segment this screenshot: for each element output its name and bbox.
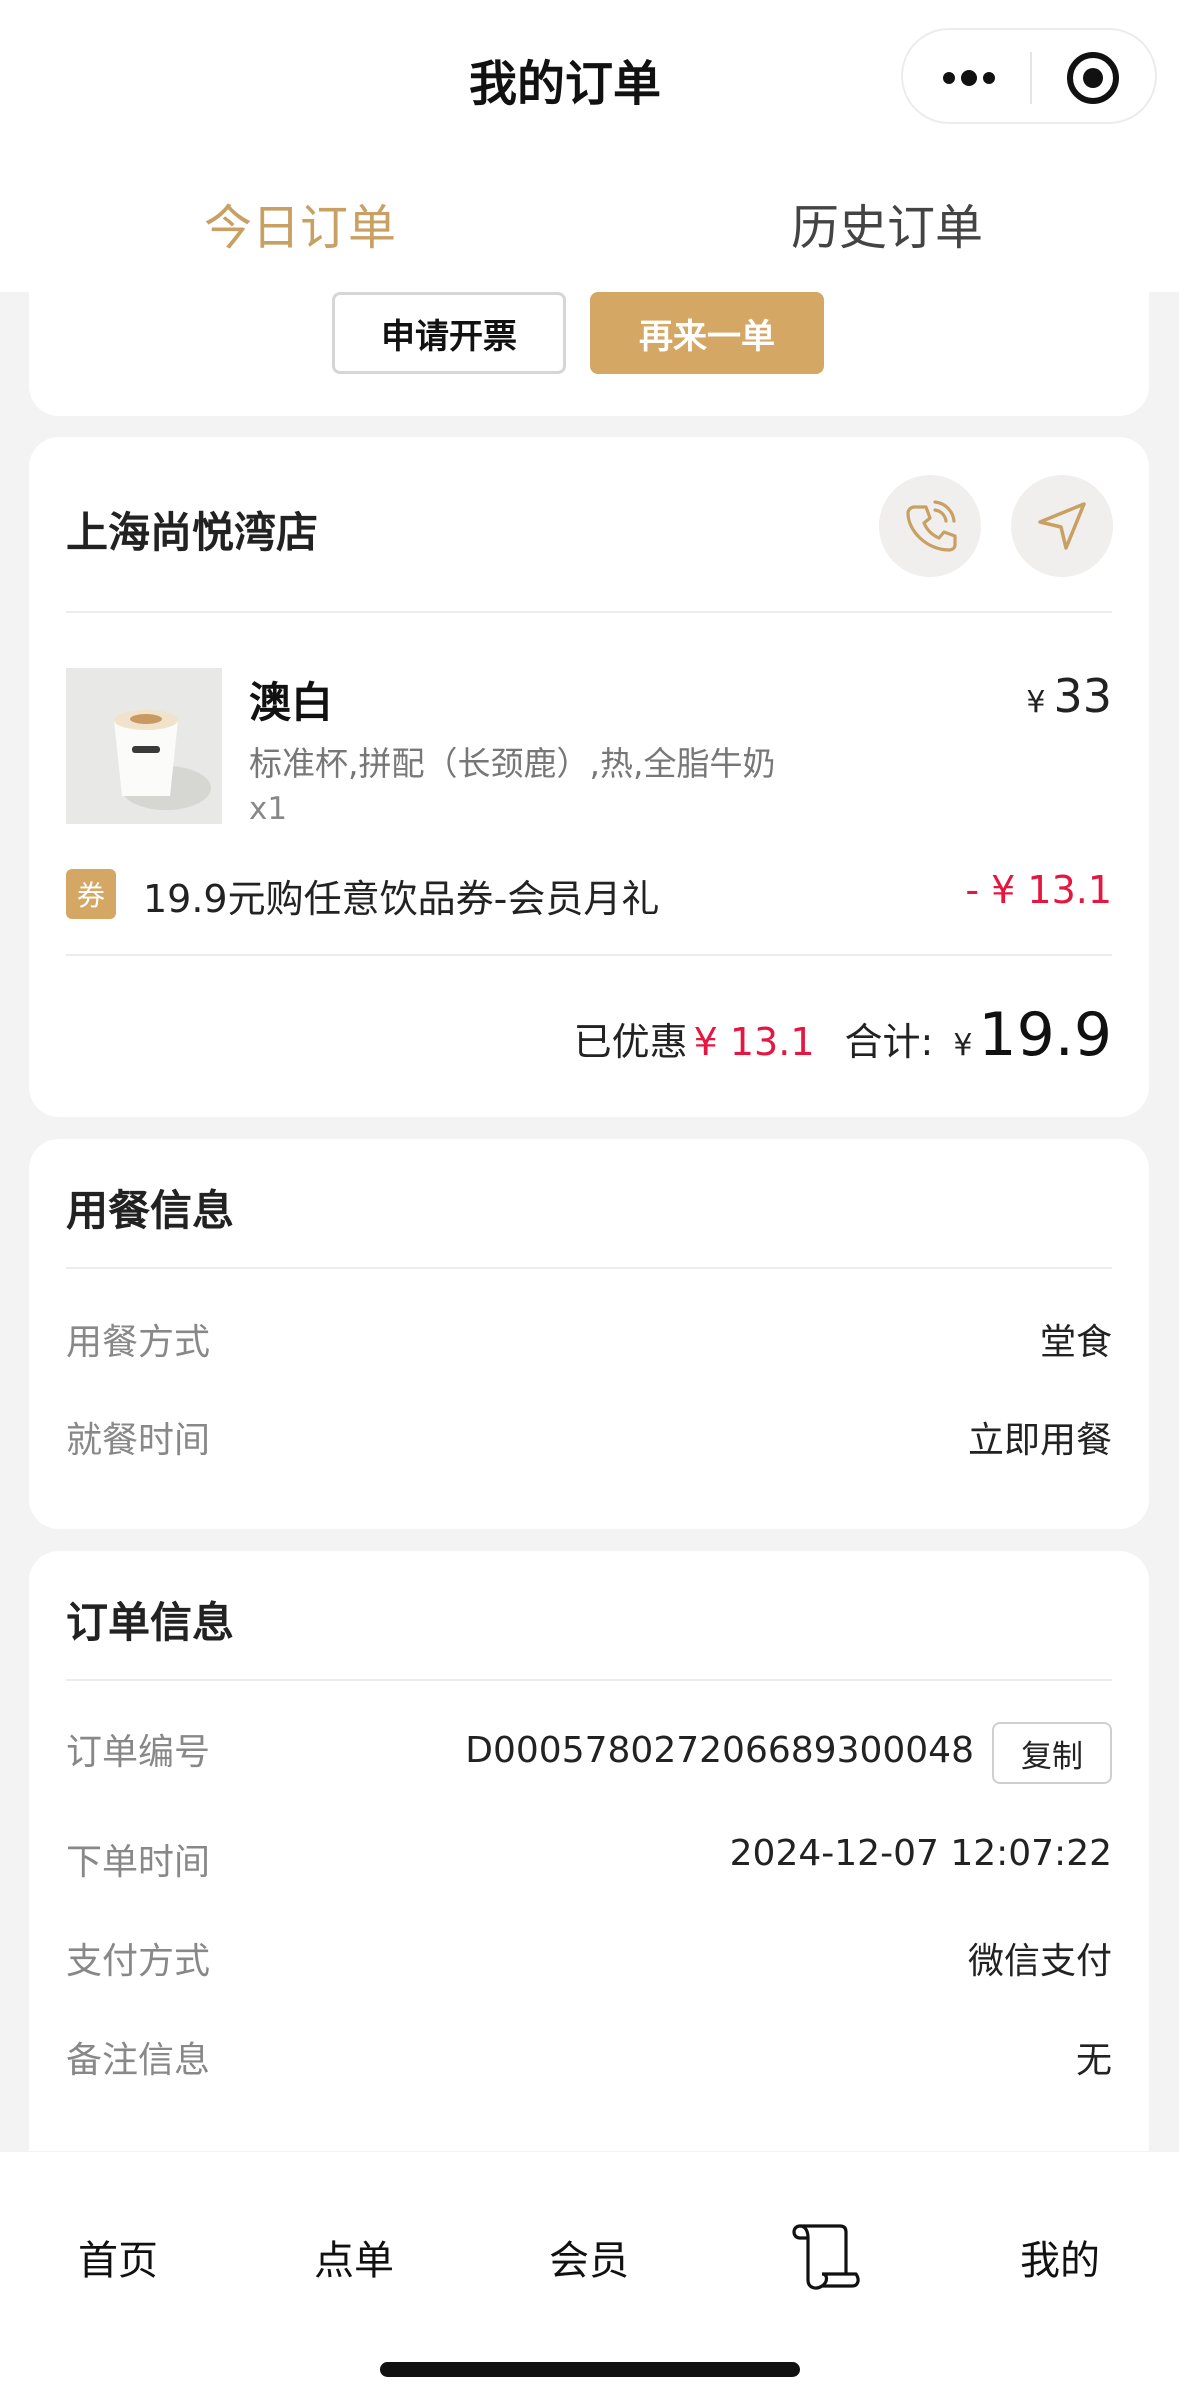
store-name: 上海尚悦湾店 xyxy=(66,508,319,557)
dining-mode-label: 用餐方式 xyxy=(66,1322,211,1363)
tab-history-orders[interactable]: 历史订单 xyxy=(791,188,983,258)
coupon-badge: 券 xyxy=(66,869,116,919)
remark-label: 备注信息 xyxy=(66,2040,211,2081)
store-order-card: 上海尚悦湾店 澳白 标准杯,拼配（长颈鹿）,热,全脂牛奶 x1 ¥33 券 19… xyxy=(29,437,1149,1117)
order-info-card: 订单信息 订单编号 D000578027206689300048 复制 下单时间… xyxy=(29,1551,1149,2151)
discount-value: ¥ 13.1 xyxy=(693,1020,815,1064)
phone-icon[interactable] xyxy=(879,475,981,577)
currency-symbol: ¥ xyxy=(1026,685,1046,720)
order-time-label: 下单时间 xyxy=(66,1842,211,1883)
tabbar-member[interactable]: 会员 xyxy=(549,2228,629,2286)
tabbar-mine[interactable]: 我的 xyxy=(1020,2228,1100,2286)
nav-bar: 我的订单 xyxy=(0,0,1179,156)
order-time-value: 2024-12-07 12:07:22 xyxy=(729,1833,1112,1874)
dining-info-card: 用餐信息 用餐方式 堂食 就餐时间 立即用餐 xyxy=(29,1139,1149,1529)
target-icon[interactable] xyxy=(1065,50,1121,106)
dining-time-value: 立即用餐 xyxy=(967,1420,1112,1461)
payment-method-value: 微信支付 xyxy=(967,1941,1112,1982)
mini-program-capsule xyxy=(901,28,1157,124)
total-value: 19.9 xyxy=(978,1000,1112,1070)
order-number-value: D000578027206689300048 xyxy=(465,1730,974,1771)
tabbar-order[interactable]: 点单 xyxy=(314,2228,394,2286)
total-label: 合计: xyxy=(844,1020,934,1064)
remark-value: 无 xyxy=(1075,2040,1112,2081)
navigate-icon[interactable] xyxy=(1011,475,1113,577)
product-quantity: x1 xyxy=(249,791,288,827)
scroll-icon[interactable] xyxy=(786,2216,866,2296)
product-name: 澳白 xyxy=(249,678,334,727)
divider xyxy=(66,954,1112,956)
product-image xyxy=(66,668,222,824)
order-totals: 已优惠 ¥ 13.1 合计: ¥ 19.9 xyxy=(574,1000,1112,1070)
more-dots-icon[interactable] xyxy=(939,52,999,104)
dining-info-title: 用餐信息 xyxy=(66,1186,235,1235)
coupon-name: 19.9元购任意饮品券-会员月礼 xyxy=(143,877,660,921)
order-actions-card: 申请开票 再来一单 xyxy=(29,250,1149,416)
dining-mode-value: 堂食 xyxy=(1039,1322,1112,1363)
tab-today-orders[interactable]: 今日订单 xyxy=(204,188,396,258)
currency-symbol: ¥ xyxy=(953,1028,973,1063)
coupon-amount: - ¥ 13.1 xyxy=(965,868,1112,912)
discount-label: 已优惠 xyxy=(573,1020,688,1064)
divider xyxy=(66,1679,1112,1681)
price-value: 33 xyxy=(1053,669,1112,723)
apply-invoice-button[interactable]: 申请开票 xyxy=(332,292,566,374)
divider xyxy=(66,611,1112,613)
reorder-button[interactable]: 再来一单 xyxy=(590,292,824,374)
dining-time-label: 就餐时间 xyxy=(66,1420,211,1461)
tabbar-home[interactable]: 首页 xyxy=(78,2228,158,2286)
order-number-label: 订单编号 xyxy=(66,1732,211,1773)
bottom-tab-bar: 首页 点单 会员 我的 xyxy=(0,2152,1179,2405)
payment-method-label: 支付方式 xyxy=(66,1941,211,1982)
copy-button[interactable]: 复制 xyxy=(992,1722,1112,1784)
home-indicator xyxy=(380,2362,800,2377)
divider xyxy=(66,1267,1112,1269)
product-spec: 标准杯,拼配（长颈鹿）,热,全脂牛奶 xyxy=(249,744,776,783)
product-price: ¥33 xyxy=(1026,669,1112,723)
order-info-title: 订单信息 xyxy=(66,1598,235,1647)
capsule-divider xyxy=(1030,52,1032,104)
